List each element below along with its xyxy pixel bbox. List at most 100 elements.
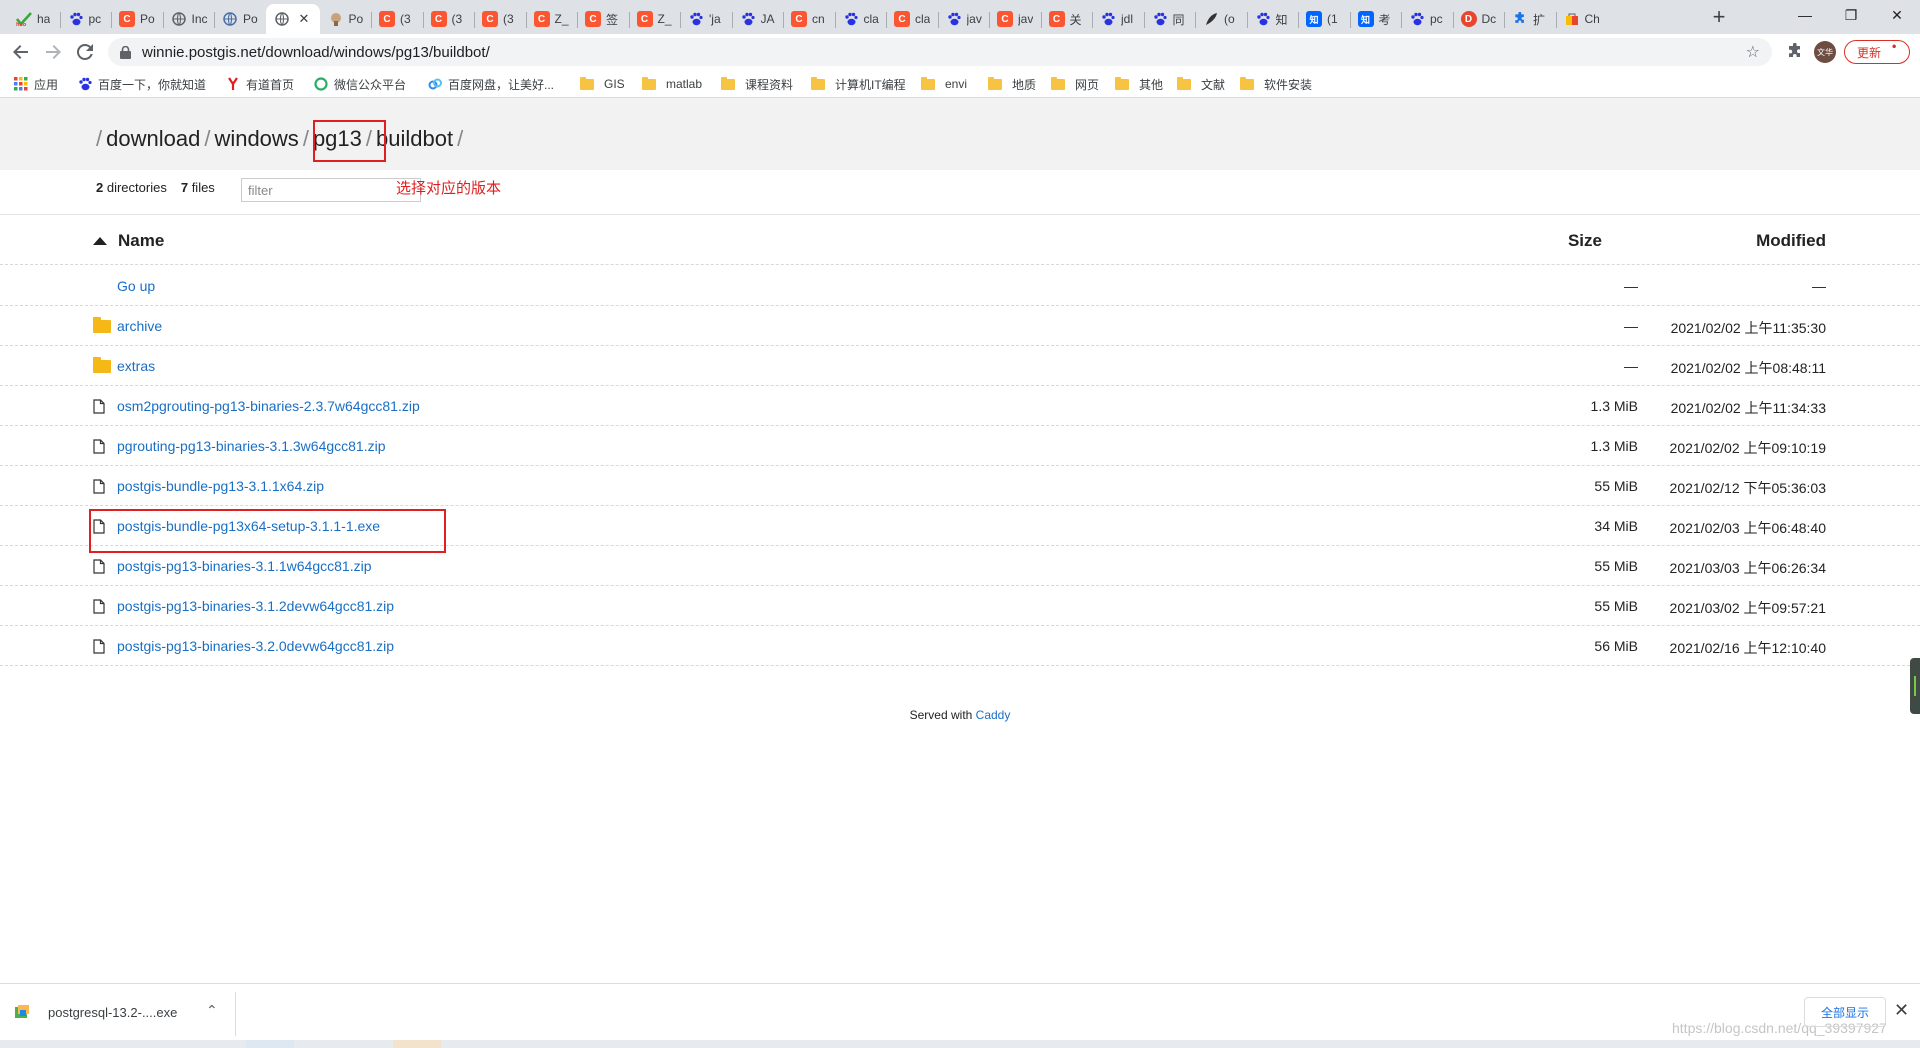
reload-button[interactable] bbox=[72, 39, 98, 65]
browser-tab[interactable]: C (3 bbox=[422, 4, 474, 34]
browser-tab[interactable]: Ccla bbox=[886, 4, 937, 34]
breadcrumb-download[interactable]: download bbox=[106, 126, 200, 151]
file-size: 34 MiB bbox=[1594, 518, 1638, 534]
file-name-link[interactable]: postgis-bundle-pg13-3.1.1x64.zip bbox=[117, 478, 324, 494]
chevron-up-icon[interactable]: ⌃ bbox=[206, 1002, 218, 1019]
extensions-puzzle-icon[interactable] bbox=[1786, 43, 1804, 61]
breadcrumb-buildbot[interactable]: buildbot bbox=[376, 126, 453, 151]
browser-tab[interactable]: cla bbox=[834, 4, 886, 34]
caddy-link[interactable]: Caddy bbox=[976, 708, 1011, 722]
browser-tab[interactable]: pc bbox=[1401, 4, 1452, 34]
table-row[interactable]: Go up — — bbox=[0, 266, 1920, 306]
sort-ascending-icon[interactable] bbox=[93, 237, 107, 245]
name-column-header[interactable]: Name bbox=[118, 231, 164, 251]
maximize-button[interactable]: ❐ bbox=[1828, 0, 1874, 30]
bookmark-item[interactable]: 有道首页 bbox=[226, 75, 294, 93]
table-row[interactable]: postgis-pg13-binaries-3.1.2devw64gcc81.z… bbox=[0, 586, 1920, 626]
browser-tab[interactable]: Po bbox=[214, 4, 265, 34]
table-row[interactable]: pgrouting-pg13-binaries-3.1.3w64gcc81.zi… bbox=[0, 426, 1920, 466]
bookmark-item[interactable]: matlab bbox=[642, 75, 702, 93]
breadcrumb: / download / windows / pg13/buildbot / bbox=[96, 126, 467, 152]
bookmark-item[interactable]: 计算机IT编程 bbox=[811, 75, 906, 93]
file-name-link[interactable]: archive bbox=[117, 318, 162, 334]
minimize-button[interactable]: — bbox=[1782, 0, 1828, 30]
filter-input[interactable] bbox=[241, 178, 421, 202]
bookmark-item[interactable]: 其他 bbox=[1115, 75, 1163, 93]
bookmark-item[interactable]: 百度网盘，让美好... bbox=[428, 75, 554, 93]
profile-avatar[interactable]: 文华 bbox=[1814, 41, 1836, 63]
browser-tab[interactable]: C (3 bbox=[474, 4, 525, 34]
browser-tab[interactable]: 扩 bbox=[1504, 4, 1555, 34]
tab-close-icon[interactable]: ✕ bbox=[299, 11, 310, 27]
wechat-icon bbox=[314, 77, 328, 91]
csdn-icon: C bbox=[997, 11, 1013, 27]
close-window-button[interactable]: ✕ bbox=[1874, 0, 1920, 30]
baidu-paw-icon bbox=[1255, 11, 1271, 27]
table-row[interactable]: postgis-bundle-pg13-3.1.1x64.zip 55 MiB 20… bbox=[0, 466, 1920, 506]
bookmark-item[interactable]: 课程资料 bbox=[721, 75, 793, 93]
bookmark-item[interactable]: 百度一下，你就知道 bbox=[78, 75, 206, 93]
modified-column-header[interactable]: Modified bbox=[1756, 231, 1826, 251]
browser-tab[interactable]: ✕ bbox=[265, 4, 320, 34]
tab-title: (3 bbox=[451, 12, 463, 26]
browser-tab[interactable]: Ch bbox=[1555, 4, 1607, 34]
table-row[interactable]: extras — 2021/02/02 上午08:48:11 bbox=[0, 346, 1920, 386]
browser-tab[interactable]: 知 bbox=[1246, 4, 1298, 34]
file-name-link[interactable]: pgrouting-pg13-binaries-3.1.3w64gcc81.zi… bbox=[117, 438, 386, 454]
new-tab-button[interactable]: + bbox=[1706, 4, 1732, 30]
browser-tab[interactable]: 知考 bbox=[1349, 4, 1401, 34]
browser-tab[interactable]: 'ja bbox=[680, 4, 731, 34]
update-button[interactable]: 更新 ••• bbox=[1844, 40, 1910, 64]
file-name-link[interactable]: postgis-pg13-binaries-3.1.1w64gcc81.zip bbox=[117, 558, 371, 574]
bookmark-star-icon[interactable]: ☆ bbox=[1746, 42, 1760, 62]
browser-tab[interactable]: Inc bbox=[162, 4, 214, 34]
table-row[interactable]: postgis-pg13-binaries-3.2.0devw64gcc81.z… bbox=[0, 626, 1920, 666]
table-row[interactable]: osm2pgrouting-pg13-binaries-2.3.7w64gcc8… bbox=[0, 386, 1920, 426]
download-item[interactable]: postgresql-13.2-....exe bbox=[14, 1000, 177, 1024]
back-button[interactable] bbox=[8, 39, 34, 65]
browser-tab[interactable]: C Z_ bbox=[525, 4, 577, 34]
show-all-downloads-button[interactable]: 全部显示 bbox=[1804, 997, 1886, 1027]
browser-tab[interactable]: jav bbox=[937, 4, 989, 34]
browser-tab[interactable]: C Z_ bbox=[628, 4, 680, 34]
size-column-header[interactable]: Size bbox=[1568, 231, 1602, 251]
address-bar[interactable]: winnie.postgis.net/download/windows/pg13… bbox=[108, 38, 1772, 66]
bookmark-item[interactable]: 地质 bbox=[988, 75, 1036, 93]
browser-tab[interactable]: C关 bbox=[1040, 4, 1092, 34]
bookmark-item[interactable]: envi bbox=[921, 75, 967, 93]
file-name-link[interactable]: extras bbox=[117, 358, 155, 374]
browser-tab[interactable]: JA bbox=[731, 4, 783, 34]
browser-tab[interactable]: pc bbox=[59, 4, 111, 34]
browser-tab[interactable]: C Po bbox=[111, 4, 162, 34]
browser-tab[interactable]: Cjav bbox=[989, 4, 1040, 34]
browser-tab[interactable]: hao ha bbox=[8, 4, 59, 34]
apps-grid-icon bbox=[14, 77, 28, 91]
close-shelf-icon[interactable]: ✕ bbox=[1894, 1000, 1909, 1021]
browser-tab[interactable]: 知 (1 bbox=[1298, 4, 1349, 34]
folder-icon bbox=[642, 76, 656, 90]
file-name-link[interactable]: postgis-pg13-binaries-3.1.2devw64gcc81.z… bbox=[117, 598, 394, 614]
browser-tab[interactable]: C签 bbox=[577, 4, 628, 34]
browser-tab[interactable]: D Dc bbox=[1452, 4, 1504, 34]
file-size: 1.3 MiB bbox=[1590, 438, 1638, 454]
file-name-link[interactable]: osm2pgrouting-pg13-binaries-2.3.7w64gcc8… bbox=[117, 398, 420, 414]
forward-button[interactable] bbox=[40, 39, 66, 65]
bookmark-item[interactable]: 微信公众平台 bbox=[314, 75, 406, 93]
browser-tab[interactable]: (o bbox=[1195, 4, 1246, 34]
file-name-link[interactable]: postgis-pg13-binaries-3.2.0devw64gcc81.z… bbox=[117, 638, 394, 654]
browser-tab[interactable]: Ccn bbox=[783, 4, 834, 34]
go-up-link[interactable]: Go up bbox=[117, 278, 155, 294]
bookmark-item[interactable]: 文献 bbox=[1177, 75, 1225, 93]
table-row[interactable]: archive — 2021/02/02 上午11:35:30 bbox=[0, 306, 1920, 346]
side-panel-handle[interactable] bbox=[1910, 658, 1920, 714]
bookmark-item[interactable]: 应用 bbox=[14, 75, 58, 93]
bookmark-item[interactable]: 网页 bbox=[1051, 75, 1099, 93]
browser-tab[interactable]: Po bbox=[320, 4, 371, 34]
bookmark-item[interactable]: 软件安装 bbox=[1240, 75, 1312, 93]
bookmark-item[interactable]: GIS bbox=[580, 75, 625, 93]
browser-tab[interactable]: jdl bbox=[1092, 4, 1143, 34]
breadcrumb-windows[interactable]: windows bbox=[214, 126, 298, 151]
dirs-label: directories bbox=[106, 180, 167, 195]
browser-tab[interactable]: C (3 bbox=[371, 4, 422, 34]
browser-tab[interactable]: 同 bbox=[1143, 4, 1195, 34]
